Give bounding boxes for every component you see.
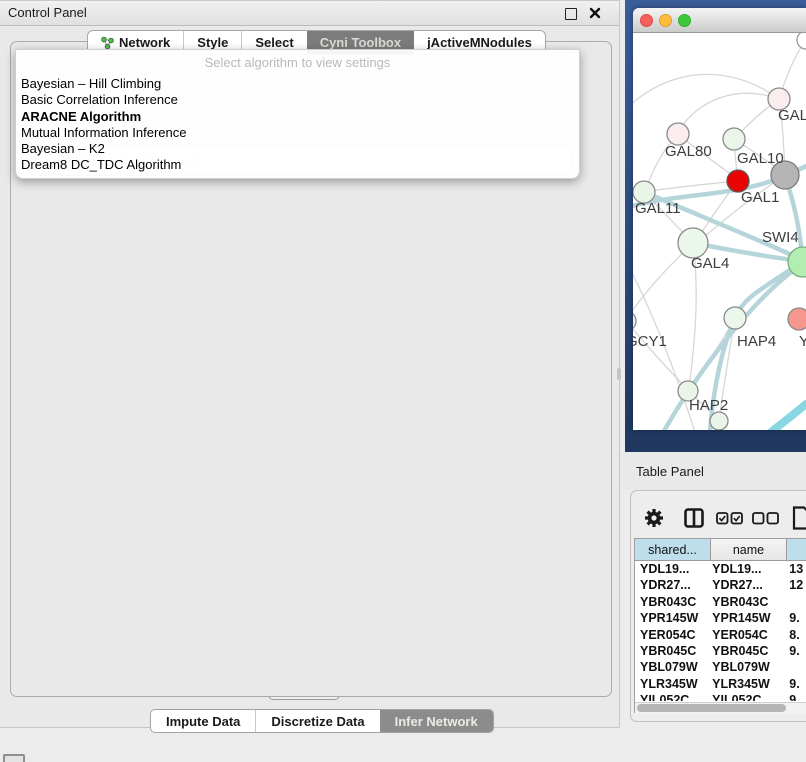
gear-icon[interactable] [644,508,664,528]
table-row[interactable]: YLR345WYLR345W9. [635,676,806,692]
bottom-tabs: Impute DataDiscretize DataInfer Network [150,709,494,733]
table-row[interactable]: YDL19...YDL19...13 [635,561,806,577]
node-label: GAL1 [741,189,779,206]
columns-icon[interactable] [684,508,704,528]
node-label: GCY1 [633,333,667,350]
node-label: GAL4 [691,255,729,272]
node-label: HAP4 [737,333,776,350]
node-label: GAL10 [737,150,784,167]
collapsed-panel-icon[interactable] [3,754,25,762]
select-all-checkboxes-icon[interactable] [716,512,743,525]
network-node-y[interactable] [788,308,806,330]
dropdown-item-dream8-dc-tdc-algorithm[interactable]: Dream8 DC_TDC Algorithm [16,157,579,173]
table-panel-title: Table Panel [636,464,704,479]
column-header[interactable]: shared... [635,539,711,561]
network-canvas[interactable]: GAL GAL80 GAL10 GAL1 GAL11 SWI4 GAL4 GCY1 HAP4 Y H… [633,32,806,430]
algorithm-dropdown-list: Bayesian – Hill ClimbingBasic Correlatio… [16,76,579,174]
attribute-table: shared...name YDL19...YDL19...13YDR27...… [634,538,806,713]
new-document-icon[interactable] [792,506,806,530]
network-icon [101,36,114,50]
dropdown-item-basic-correlation-inference[interactable]: Basic Correlation Inference [16,92,579,108]
float-window-icon[interactable] [565,8,577,20]
network-edge[interactable] [678,93,779,132]
network-node-gal10[interactable] [723,128,745,150]
close-icon[interactable] [589,7,601,19]
network-node[interactable] [797,32,806,49]
network-node-gcy1[interactable] [633,311,636,331]
network-graph[interactable]: GAL GAL80 GAL10 GAL1 GAL11 SWI4 GAL4 GCY1 HAP4 Y H… [633,32,806,430]
control-panel: Control Panel NetworkStyleSelectCyni Too… [0,0,620,728]
node-label: GAL80 [665,143,712,160]
network-edge[interactable] [743,404,806,430]
column-header[interactable] [787,539,806,561]
dropdown-item-bayesian-k2[interactable]: Bayesian – K2 [16,141,579,157]
window-zoom-button[interactable] [678,14,691,27]
table-row[interactable]: YER054CYER054C8. [635,627,806,643]
table-row[interactable]: YBL079WYBL079W [635,659,806,675]
control-panel-titlebar[interactable]: Control Panel [0,1,619,26]
window-minimize-button[interactable] [659,14,672,27]
table-row[interactable]: YIL052CYIL052C9 [635,692,806,701]
network-node-hap4[interactable] [724,307,746,329]
column-header[interactable]: name [711,539,787,561]
dropdown-item-aracne-algorithm[interactable]: ARACNE Algorithm [16,109,579,125]
control-panel-title: Control Panel [8,5,87,20]
table-row[interactable]: YPR145WYPR145W9. [635,610,806,626]
table-head: shared...name [635,539,806,561]
table-horizontal-scrollbar-thumb[interactable] [637,704,786,712]
table-row[interactable]: YBR043CYBR043C [635,594,806,610]
node-label: GAL [778,107,806,124]
table-body: YDL19...YDL19...13YDR27...YDR27...12YBR0… [635,561,806,701]
window-close-button[interactable] [640,14,653,27]
panel-splitter-handle[interactable] [617,368,621,380]
table-row[interactable]: YDR27...YDR27...12 [635,577,806,593]
node-label: Y [799,333,806,350]
bottom-tab-infer-network[interactable]: Infer Network [380,710,493,732]
network-node-gal4[interactable] [678,228,708,258]
node-label: HAP2 [689,397,728,414]
node-label: SWI4 [762,229,799,246]
dropdown-item-bayesian-hill-climbing[interactable]: Bayesian – Hill Climbing [16,76,579,92]
deselect-checkboxes-icon[interactable] [752,512,779,525]
algorithm-dropdown-popup: Select algorithm to view settings Bayesi… [15,49,580,179]
network-node[interactable] [710,412,728,430]
node-label: GAL11 [635,200,681,217]
network-node-gal80[interactable] [667,123,689,145]
dropdown-item-mutual-information-inference[interactable]: Mutual Information Inference [16,125,579,141]
bottom-tab-discretize-data[interactable]: Discretize Data [255,710,379,732]
dropdown-placeholder: Select algorithm to view settings [16,50,579,76]
screen: Control Panel NetworkStyleSelectCyni Too… [0,0,806,762]
table-row[interactable]: YBR045CYBR045C9. [635,643,806,659]
bottom-tab-impute-data[interactable]: Impute Data [151,710,255,732]
